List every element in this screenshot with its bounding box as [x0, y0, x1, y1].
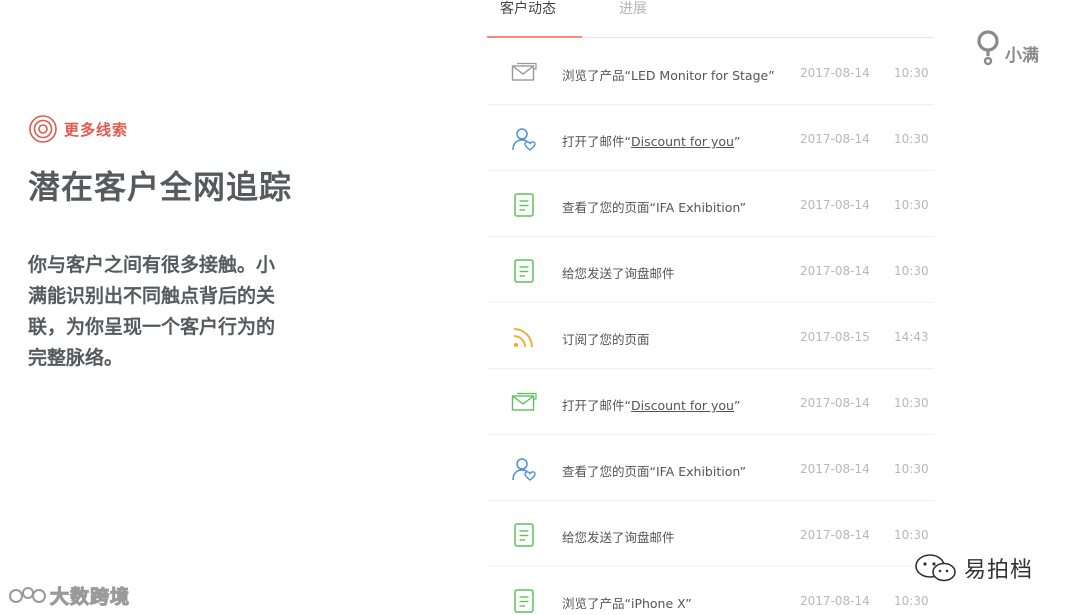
activity-time: 10:30 [894, 594, 929, 608]
brand-name: 小满 [1005, 45, 1039, 66]
activity-text: 浏览了产品“LED Monitor for Stage” [562, 65, 775, 84]
activity-text-prefix: 打开了邮件“ [562, 398, 631, 413]
activity-row[interactable]: 订阅了您的页面 2017-08-15 14:43 [487, 303, 934, 369]
activity-time: 10:30 [894, 396, 929, 410]
feature-description: 你与客户之间有很多接触。小满能识别出不同触点背后的关联，为你呈现一个客户行为的完… [28, 254, 276, 369]
activity-row[interactable]: 查看了您的页面“IFA Exhibition” 2017-08-14 10:30 [487, 171, 934, 237]
document-icon [511, 192, 537, 218]
activity-time: 10:30 [894, 264, 929, 278]
activity-row[interactable]: 查看了您的页面“IFA Exhibition” 2017-08-14 10:30 [487, 435, 934, 501]
activity-time: 10:30 [894, 198, 929, 212]
activity-feed: 客户动态 进展 浏览了产品“LED Monitor for Stage” 201… [487, 0, 934, 615]
user-heart-icon [511, 126, 537, 152]
activity-row[interactable]: 给您发送了询盘邮件 2017-08-14 10:30 [487, 501, 934, 567]
tab-progress[interactable]: 进展 [619, 0, 647, 18]
watermark-left: 大数跨境 [8, 582, 130, 609]
feed-tabs: 客户动态 进展 [487, 0, 934, 38]
activity-link[interactable]: Discount for you [631, 134, 734, 149]
activity-text-prefix: 浏览了产品“LED Monitor for Stage” [562, 68, 775, 83]
activity-time: 10:30 [894, 528, 929, 542]
document-icon [511, 522, 537, 548]
activity-row[interactable]: 浏览了产品“iPhone X” 2017-08-14 10:30 [487, 567, 934, 615]
watermark-right: 易拍档 [914, 552, 1033, 584]
watermark-logo-icon [9, 586, 46, 603]
activity-date: 2017-08-14 [800, 594, 870, 608]
activity-row[interactable]: 浏览了产品“LED Monitor for Stage” 2017-08-14 … [487, 39, 934, 105]
activity-text: 浏览了产品“iPhone X” [562, 593, 692, 612]
bulb-icon [977, 30, 999, 66]
activity-text-prefix: 订阅了您的页面 [562, 332, 650, 347]
watermark-right-text: 易拍档 [964, 558, 1034, 583]
tab-customer-activity[interactable]: 客户动态 [500, 0, 556, 18]
activity-date: 2017-08-14 [800, 396, 870, 410]
activity-row[interactable]: 打开了邮件“Discount for you” 2017-08-14 10:30 [487, 369, 934, 435]
activity-row[interactable]: 给您发送了询盘邮件 2017-08-14 10:30 [487, 237, 934, 303]
activity-text: 查看了您的页面“IFA Exhibition” [562, 461, 746, 480]
envelope-icon [511, 60, 537, 86]
envelope-icon [511, 390, 537, 416]
activity-text-prefix: 浏览了产品“iPhone X” [562, 596, 692, 611]
user-heart-icon [511, 456, 537, 482]
activity-list: 浏览了产品“LED Monitor for Stage” 2017-08-14 … [487, 39, 934, 615]
document-icon [511, 258, 537, 284]
wechat-icon [915, 554, 956, 582]
activity-link[interactable]: Discount for you [631, 398, 734, 413]
activity-text: 查看了您的页面“IFA Exhibition” [562, 197, 746, 216]
activity-date: 2017-08-14 [800, 198, 870, 212]
watermark-left-text: 大数跨境 [49, 586, 131, 609]
activity-time: 10:30 [894, 132, 929, 146]
feature-headline: 潜在客户全网追踪 [28, 168, 293, 206]
target-icon [29, 115, 57, 143]
feature-panel: 更多线索 潜在客户全网追踪 你与客户之间有很多接触。小满能识别出不同触点背后的关… [28, 114, 408, 374]
active-tab-indicator [487, 36, 582, 38]
activity-text-prefix: 给您发送了询盘邮件 [562, 266, 675, 281]
activity-text: 给您发送了询盘邮件 [562, 527, 675, 546]
activity-date: 2017-08-14 [800, 66, 870, 80]
activity-text-suffix: ” [733, 398, 741, 413]
activity-text: 给您发送了询盘邮件 [562, 263, 675, 282]
activity-text-prefix: 打开了邮件“ [562, 134, 631, 149]
activity-text-prefix: 查看了您的页面“IFA Exhibition” [562, 200, 747, 215]
activity-text-prefix: 给您发送了询盘邮件 [562, 530, 675, 545]
activity-time: 10:30 [894, 66, 929, 80]
rss-icon [511, 324, 537, 350]
activity-date: 2017-08-14 [800, 462, 870, 476]
activity-date: 2017-08-15 [800, 330, 870, 344]
feature-tag: 更多线索 [28, 114, 408, 144]
activity-date: 2017-08-14 [800, 264, 870, 278]
activity-time: 14:43 [894, 330, 929, 344]
activity-text-suffix: ” [733, 134, 741, 149]
activity-date: 2017-08-14 [800, 528, 870, 542]
document-icon [511, 588, 537, 614]
activity-time: 10:30 [894, 462, 929, 476]
activity-date: 2017-08-14 [800, 132, 870, 146]
activity-text: 打开了邮件“Discount for you” [562, 395, 740, 414]
activity-text: 打开了邮件“Discount for you” [562, 131, 740, 150]
feature-tag-label: 更多线索 [64, 120, 129, 139]
brand-logo: 小满 [976, 30, 1039, 66]
activity-text: 订阅了您的页面 [562, 329, 650, 348]
activity-row[interactable]: 打开了邮件“Discount for you” 2017-08-14 10:30 [487, 105, 934, 171]
activity-text-prefix: 查看了您的页面“IFA Exhibition” [562, 464, 747, 479]
